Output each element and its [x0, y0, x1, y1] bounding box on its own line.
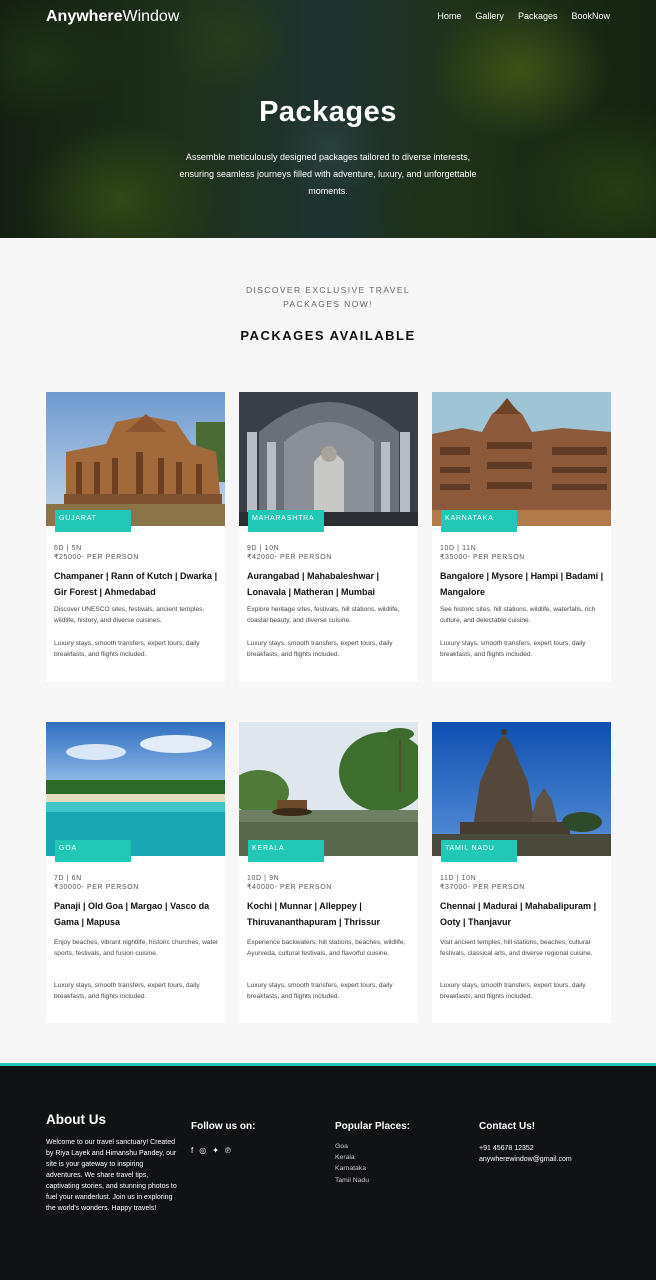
package-meta: 6D | 5N ₹25000- PER PERSON [54, 545, 139, 561]
package-inclusions: Luxury stays, smooth transfers, expert t… [247, 640, 393, 658]
contact-phone[interactable]: +91 45678 12352 [479, 1144, 572, 1155]
package-places: Kochi | Munnar | Alleppey | Thiruvananth… [247, 901, 381, 927]
package-meta: 7D | 6N ₹30000- PER PERSON [54, 875, 139, 891]
popular-place-link[interactable]: Tamil Nadu [335, 1175, 369, 1186]
site-footer: About Us Welcome to our travel sanctuary… [0, 1066, 656, 1280]
facebook-icon[interactable]: f [191, 1146, 193, 1155]
package-inclusions: Luxury stays, smooth transfers, expert t… [54, 640, 200, 658]
package-meta: 11D | 10N ₹37000- PER PERSON [440, 875, 525, 891]
popular-place-link[interactable]: Kerala [335, 1152, 369, 1163]
package-meta: 10D | 9N ₹40000- PER PERSON [247, 875, 332, 891]
package-image [432, 392, 611, 526]
contact-info: +91 45678 12352 anywherewindow@gmail.com [479, 1144, 572, 1165]
package-image [46, 392, 225, 526]
package-image [432, 722, 611, 856]
package-card-tamil-nadu[interactable]: TAMIL NADU 11D | 10N ₹37000- PER PERSON C… [432, 722, 611, 1023]
state-tag: GUJARAT [55, 510, 131, 532]
package-places: Champaner | Rann of Kutch | Dwarka | Gir… [54, 571, 218, 597]
package-meta: 10D | 11N ₹35000- PER PERSON [440, 545, 525, 561]
package-description: Explore heritage sites, festivals, hill … [247, 606, 400, 624]
about-text: Welcome to our travel sanctuary! Created… [46, 1139, 177, 1212]
state-tag: KARNATAKA [441, 510, 517, 532]
state-tag: KERALA [248, 840, 324, 862]
package-card-karnataka[interactable]: KARNATAKA 10D | 11N ₹35000- PER PERSON Ba… [432, 392, 611, 682]
package-places: Chennai | Madurai | Mahabalipuram | Ooty… [440, 901, 597, 927]
package-card-gujarat[interactable]: GUJARAT 6D | 5N ₹25000- PER PERSON Champa… [46, 392, 225, 682]
popular-place-link[interactable]: Goa [335, 1141, 369, 1152]
hero-subtitle: Assemble meticulously designed packages … [179, 152, 477, 196]
popular-places-list: Goa Kerala Karnataka Tamil Nadu [335, 1141, 369, 1186]
package-inclusions: Luxury stays, smooth transfers, expert t… [440, 982, 586, 1000]
package-card-kerala[interactable]: KERALA 10D | 9N ₹40000- PER PERSON Kochi … [239, 722, 418, 1023]
instagram-icon[interactable]: ◎ [199, 1146, 206, 1155]
package-description: See historic sites, hill stations, wildl… [440, 606, 596, 624]
package-card-goa[interactable]: GOA 7D | 6N ₹30000- PER PERSON Panaji | O… [46, 722, 225, 1023]
package-inclusions: Luxury stays, smooth transfers, expert t… [247, 982, 393, 1000]
package-description: Experience backwaters, hill stations, be… [247, 939, 406, 957]
contact-heading: Contact Us! [479, 1121, 536, 1132]
discover-tagline: DISCOVER EXCLUSIVE TRAVEL PACKAGES NOW! [245, 285, 411, 309]
package-image [239, 392, 418, 526]
nav-booknow[interactable]: BookNow [571, 11, 610, 21]
brand-logo[interactable]: AnywhereWindow [46, 8, 179, 26]
packages-heading: PACKAGES AVAILABLE [240, 328, 416, 343]
nav-packages[interactable]: Packages [518, 11, 558, 21]
contact-email[interactable]: anywherewindow@gmail.com [479, 1155, 572, 1166]
hero-banner: AnywhereWindow Home Gallery Packages Boo… [0, 0, 656, 238]
package-description: Visit ancient temples, hill stations, be… [440, 939, 593, 957]
package-places: Panaji | Old Goa | Margao | Vasco da Gam… [54, 901, 210, 927]
package-places: Aurangabad | Mahabaleshwar | Lonavala | … [247, 571, 380, 597]
state-tag: MAHARASHTRA [248, 510, 324, 532]
page-title: Packages [259, 96, 397, 128]
twitter-icon[interactable]: ✦ [212, 1146, 219, 1155]
package-description: Discover UNESCO sites, festivals, ancien… [54, 606, 205, 624]
nav-gallery[interactable]: Gallery [475, 11, 504, 21]
social-links: f ◎ ✦ ℗ [191, 1146, 231, 1155]
state-tag: GOA [55, 840, 131, 862]
about-heading: About Us [46, 1112, 106, 1127]
popular-heading: Popular Places: [335, 1121, 411, 1132]
package-inclusions: Luxury stays, smooth transfers, expert t… [54, 982, 200, 1000]
follow-heading: Follow us on: [191, 1121, 256, 1132]
main-nav: Home Gallery Packages BookNow [437, 11, 610, 21]
pinterest-icon[interactable]: ℗ [225, 1146, 231, 1155]
package-places: Bangalore | Mysore | Hampi | Badami | Ma… [440, 571, 604, 597]
popular-place-link[interactable]: Karnataka [335, 1163, 369, 1174]
state-tag: TAMIL NADU [441, 840, 517, 862]
package-image [46, 722, 225, 856]
package-description: Enjoy beaches, vibrant nightlife, histor… [54, 939, 219, 957]
package-image [239, 722, 418, 856]
package-meta: 9D | 10N ₹42000- PER PERSON [247, 545, 332, 561]
package-card-maharashtra[interactable]: MAHARASHTRA 9D | 10N ₹42000- PER PERSON A… [239, 392, 418, 682]
package-inclusions: Luxury stays, smooth transfers, expert t… [440, 640, 586, 658]
nav-home[interactable]: Home [437, 11, 461, 21]
